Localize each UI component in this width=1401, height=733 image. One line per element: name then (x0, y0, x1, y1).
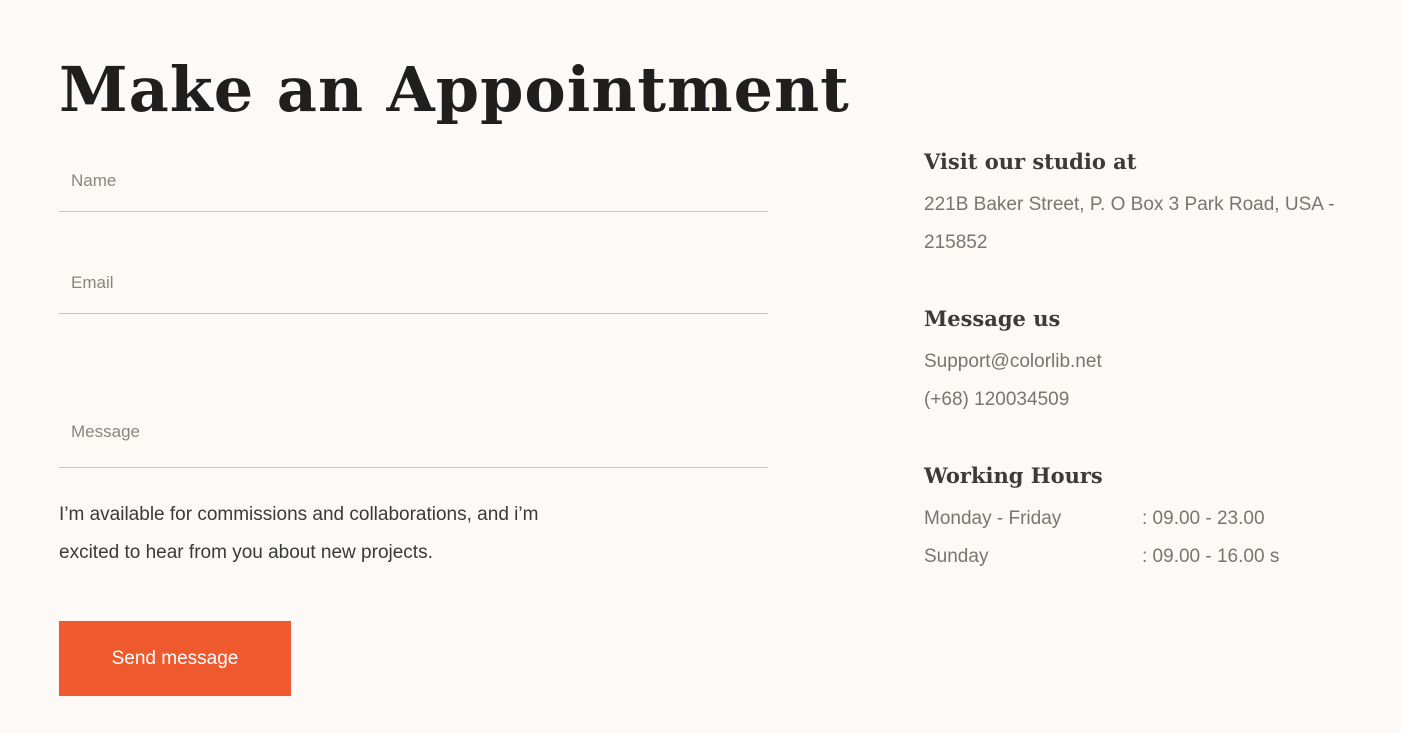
hours-day: Monday - Friday (924, 508, 1062, 529)
name-field-wrapper (59, 150, 768, 212)
studio-address: 221B Baker Street, P. O Box 3 Park Road,… (924, 194, 1335, 253)
message-field-wrapper (59, 392, 768, 468)
studio-heading: Visit our studio at (924, 149, 1137, 174)
message-us-heading: Message us (924, 306, 1061, 331)
email-field-wrapper (59, 252, 768, 314)
hours-day: Sunday (924, 546, 989, 567)
hours-time: : 09.00 - 16.00 s (1142, 546, 1280, 567)
message-input[interactable] (59, 416, 768, 448)
hours-time: : 09.00 - 23.00 (1142, 508, 1265, 529)
hours-row: Sunday : 09.00 - 16.00 s (924, 538, 1364, 576)
hours-row: Monday - Friday : 09.00 - 23.00 (924, 500, 1364, 538)
working-hours-heading: Working Hours (924, 463, 1103, 488)
email-input[interactable] (59, 252, 768, 313)
page-title: Make an Appointment (59, 53, 850, 126)
name-input[interactable] (59, 150, 768, 211)
phone-number: (+68) 120034509 (924, 389, 1075, 410)
support-email-link[interactable]: Support@colorlib.net (924, 343, 1102, 381)
send-message-button[interactable]: Send message (59, 621, 291, 696)
intro-text: I’m available for commissions and collab… (59, 504, 539, 563)
